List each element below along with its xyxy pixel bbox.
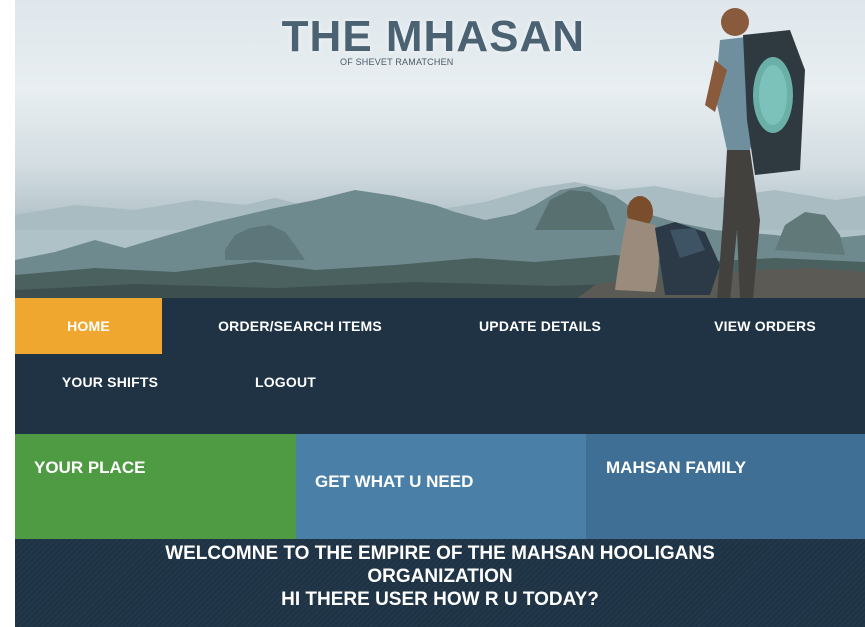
nav-your-shifts[interactable]: YOUR SHIFTS bbox=[50, 354, 170, 410]
welcome-banner: WELCOMNE TO THE EMPIRE OF THE MAHSAN HOO… bbox=[15, 539, 865, 627]
page: THE MHASAN OF SHEVET RAMATCHEN HOME ORDE… bbox=[15, 0, 865, 627]
box-get-what-u-need-label: GET WHAT U NEED bbox=[315, 472, 474, 491]
welcome-line-1: WELCOMNE TO THE EMPIRE OF THE MAHSAN HOO… bbox=[165, 543, 715, 564]
hero-banner: THE MHASAN OF SHEVET RAMATCHEN bbox=[15, 0, 865, 300]
box-get-what-u-need[interactable]: GET WHAT U NEED bbox=[296, 434, 586, 539]
box-mahsan-family[interactable]: MAHSAN FAMILY bbox=[586, 434, 865, 539]
welcome-line-2: ORGANIZATION bbox=[367, 566, 513, 587]
main-navigation: HOME ORDER/SEARCH ITEMS UPDATE DETAILS V… bbox=[15, 298, 865, 434]
site-title: THE MHASAN bbox=[281, 12, 585, 61]
nav-update-details[interactable]: UPDATE DETAILS bbox=[460, 298, 620, 354]
box-your-place[interactable]: YOUR PLACE bbox=[15, 434, 296, 539]
nav-logout[interactable]: LOGOUT bbox=[243, 354, 328, 410]
feature-boxes: YOUR PLACE GET WHAT U NEED MAHSAN FAMILY bbox=[15, 434, 865, 539]
nav-view-orders[interactable]: VIEW ORDERS bbox=[690, 298, 840, 354]
nav-home[interactable]: HOME bbox=[15, 298, 162, 354]
nav-order-search-items[interactable]: ORDER/SEARCH ITEMS bbox=[200, 298, 400, 354]
box-your-place-label: YOUR PLACE bbox=[34, 458, 146, 477]
site-subtitle: OF SHEVET RAMATCHEN bbox=[340, 57, 454, 67]
box-mahsan-family-label: MAHSAN FAMILY bbox=[606, 458, 747, 477]
welcome-line-3: HI THERE USER HOW R U TODAY? bbox=[281, 589, 599, 610]
